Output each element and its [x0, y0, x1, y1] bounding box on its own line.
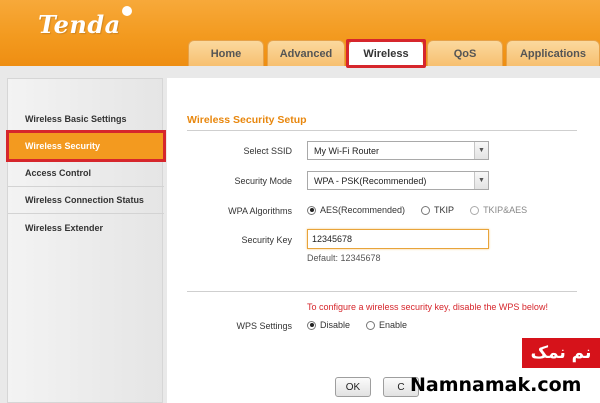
- radio-tkip-label: TKIP: [434, 205, 455, 215]
- radio-dot-icon[interactable]: [366, 320, 376, 330]
- radio-wps-disable-label: Disable: [320, 320, 351, 330]
- tab-wireless[interactable]: Wireless: [346, 39, 426, 68]
- sidebar-item-access-control[interactable]: Access Control: [8, 160, 164, 187]
- main-tabs: Home Advanced Wireless QoS Applications: [188, 39, 600, 68]
- security-key-input[interactable]: 12345678: [307, 229, 489, 249]
- page-title: Wireless Security Setup: [187, 114, 307, 126]
- watermark-site: Namnamak.com: [410, 374, 582, 396]
- sidebar: Wireless Basic Settings Wireless Securit…: [6, 78, 166, 403]
- security-key-value: 12345678: [312, 234, 353, 244]
- sidebar-item-label: Wireless Connection Status: [25, 195, 144, 205]
- wps-settings-label: WPS Settings: [236, 321, 292, 331]
- wps-warning: To configure a wireless security key, di…: [307, 302, 548, 312]
- security-mode-value: WPA - PSK(Recommended): [314, 175, 427, 186]
- sidebar-item-connection-status[interactable]: Wireless Connection Status: [8, 187, 164, 214]
- sidebar-item-label: Wireless Basic Settings: [25, 114, 127, 124]
- ssid-select[interactable]: My Wi-Fi Router ▼: [307, 141, 489, 160]
- tab-applications-label: Applications: [519, 47, 586, 60]
- chevron-down-icon[interactable]: ▼: [474, 172, 488, 189]
- tab-home[interactable]: Home: [188, 40, 264, 66]
- security-mode-select[interactable]: WPA - PSK(Recommended) ▼: [307, 171, 489, 190]
- ssid-label: Select SSID: [243, 146, 292, 156]
- sidebar-item-label: Access Control: [25, 168, 92, 178]
- sidebar-highlight-box: [6, 130, 166, 162]
- ok-button[interactable]: OK: [335, 377, 371, 397]
- tab-qos[interactable]: QoS: [427, 40, 503, 66]
- tab-highlight-box: [346, 39, 426, 68]
- tenda-logo[interactable]: Tenda: [38, 10, 121, 39]
- wpa-algorithms-label: WPA Algorithms: [228, 206, 292, 216]
- sidebar-item-basic-settings[interactable]: Wireless Basic Settings: [8, 106, 164, 133]
- security-key-default: Default: 12345678: [307, 253, 381, 263]
- radio-tkip-aes[interactable]: TKIP&AES: [470, 205, 527, 215]
- sidebar-item-label: Wireless Extender: [25, 222, 103, 233]
- security-mode-label: Security Mode: [234, 176, 292, 186]
- radio-aes[interactable]: AES(Recommended): [307, 205, 405, 215]
- wpa-algorithms-group: AES(Recommended) TKIP TKIP&AES: [307, 205, 543, 215]
- tab-home-label: Home: [210, 47, 242, 60]
- tab-qos-label: QoS: [453, 47, 477, 60]
- security-key-label: Security Key: [241, 235, 292, 245]
- tab-advanced[interactable]: Advanced: [267, 40, 345, 66]
- radio-wps-enable[interactable]: Enable: [366, 320, 407, 330]
- section-divider: [187, 291, 577, 292]
- radio-tkip-aes-label: TKIP&AES: [483, 205, 528, 215]
- chevron-down-icon[interactable]: ▼: [474, 142, 488, 159]
- radio-dot-icon[interactable]: [470, 205, 480, 215]
- ssid-select-value: My Wi-Fi Router: [314, 145, 379, 156]
- title-divider: [187, 130, 577, 131]
- tab-advanced-label: Advanced: [279, 47, 333, 60]
- sidebar-item-wireless-security[interactable]: Wireless Security: [6, 130, 166, 162]
- tab-applications[interactable]: Applications: [506, 40, 600, 66]
- logo-dot-icon: [122, 6, 132, 16]
- radio-tkip[interactable]: TKIP: [421, 205, 454, 215]
- radio-aes-label: AES(Recommended): [320, 205, 406, 215]
- radio-dot-icon[interactable]: [421, 205, 431, 215]
- radio-dot-icon[interactable]: [307, 205, 316, 215]
- watermark-badge: نم نمک: [522, 338, 600, 368]
- sidebar-item-extender[interactable]: Wireless Extender: [8, 214, 164, 241]
- radio-wps-disable[interactable]: Disable: [307, 320, 350, 330]
- header-bar: Tenda Home Advanced Wireless QoS Applica…: [0, 0, 600, 68]
- radio-wps-enable-label: Enable: [379, 320, 408, 330]
- radio-dot-icon[interactable]: [307, 320, 316, 330]
- wps-settings-group: Disable Enable: [307, 320, 423, 330]
